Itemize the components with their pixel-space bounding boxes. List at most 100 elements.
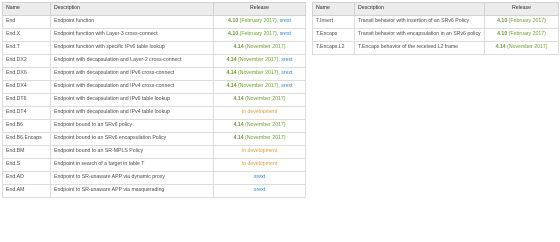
release-cell: In development	[213, 145, 306, 159]
table-row: End Endpoint function 4.10 (February 2017)…	[2, 15, 306, 29]
srext-link[interactable]: srext	[280, 18, 291, 24]
description-cell: Endpoint with decapsulation and IPv6 cro…	[50, 67, 214, 81]
table-body: End Endpoint function 4.10 (February 2017)…	[2, 15, 306, 198]
table-row: End.AM Endpoint to SR-unaware APP via mas…	[2, 184, 306, 198]
table-row: End.X Endpoint function with Layer-3 cros…	[2, 28, 306, 42]
table-row: End.T Endpoint function with specific IPv…	[2, 41, 306, 55]
table-row: End.AD Endpoint to SR-unaware APP via dyn…	[2, 171, 306, 185]
release-cell: 4.10 (February 2017)	[484, 28, 559, 42]
name-cell: End.DT4	[2, 106, 51, 120]
version-number: 4.14	[226, 70, 237, 77]
name-cell: End.B6	[2, 119, 51, 133]
version-number: 4.14	[495, 44, 506, 51]
release-date: (November 2017)	[245, 122, 286, 129]
table-header-row: Name Description Release	[2, 2, 306, 16]
release-date: (February 2017)	[508, 31, 546, 38]
release-separator: ,	[278, 57, 280, 64]
release-version: 4.10 (February 2017)	[228, 18, 277, 24]
name-cell: End.DX4	[2, 80, 51, 94]
release-version: 4.14 (November 2017)	[234, 135, 286, 141]
release-cell: 4.10 (February 2017)	[484, 15, 559, 29]
release-version: 4.14 (November 2017)	[226, 83, 278, 89]
srext-link[interactable]: srext	[254, 187, 265, 193]
table-row: End.DX4 Endpoint with decapsulation and I…	[2, 80, 306, 94]
release-date: (November 2017)	[238, 70, 279, 77]
column-header-release: Release	[213, 2, 306, 16]
name-cell: End.T	[2, 41, 51, 55]
description-cell: Endpoint bound to an SRv6 policy	[50, 119, 214, 133]
table-row: End.BM Endpoint bound to an SR-MPLS Polic…	[2, 145, 306, 159]
version-number: 4.10	[228, 18, 239, 25]
table-row: T.Encaps Transit behavior with encapsulat…	[312, 28, 559, 42]
version-number: 4.14	[233, 122, 244, 129]
release-cell: srext	[213, 171, 306, 185]
release-cell: 4.14 (November 2017), srext	[213, 80, 306, 94]
release-version: 4.14 (November 2017)	[226, 70, 278, 76]
release-version: 4.10 (February 2017)	[497, 18, 546, 24]
version-number: 4.14	[233, 44, 244, 51]
release-cell: 4.10 (February 2017), srext	[213, 15, 306, 29]
description-cell: Endpoint with decapsulation and IPv4 tab…	[50, 106, 214, 120]
release-date: (November 2017)	[245, 44, 286, 51]
name-cell: T.Encaps.L2	[312, 41, 355, 55]
table-header-row: Name Description Release	[312, 2, 559, 16]
release-separator: ,	[278, 83, 280, 90]
release-date: (February 2017)	[239, 18, 277, 25]
description-cell: Endpoint bound to an SRv6 encapsulation …	[50, 132, 214, 146]
name-cell: End.DT6	[2, 93, 51, 107]
name-cell: End.B6.Encaps	[2, 132, 51, 146]
release-version: 4.14 (November 2017)	[496, 44, 548, 50]
description-cell: Endpoint with decapsulation and Layer-2 …	[50, 54, 214, 68]
release-cell: 4.14 (November 2017)	[213, 119, 306, 133]
table-row: End.DT6 Endpoint with decapsulation and I…	[2, 93, 306, 107]
release-date: (November 2017)	[245, 135, 286, 142]
release-version: 4.14 (November 2017)	[234, 122, 286, 128]
table-row: T.Insert Transit behavior with insertion …	[312, 15, 559, 29]
table-row: End.DT4 Endpoint with decapsulation and I…	[2, 106, 306, 120]
release-separator: ,	[276, 18, 279, 25]
version-number: 4.10	[497, 31, 508, 38]
in-development-label: In development	[241, 161, 278, 168]
table-row: End.S Endpoint in search of a target in t…	[2, 158, 306, 172]
name-cell: End.X	[2, 28, 51, 42]
description-cell: T.Encaps behavior of the received L2 fra…	[354, 41, 485, 55]
release-date: (February 2017)	[239, 31, 277, 38]
version-number: 4.14	[226, 57, 237, 64]
release-cell: 4.14 (November 2017)	[484, 41, 559, 55]
name-cell: End.DX6	[2, 67, 51, 81]
table-row: End.DX2 Endpoint with decapsulation and L…	[2, 54, 306, 68]
in-development-label: In development	[241, 148, 278, 155]
release-cell: 4.14 (November 2017)	[213, 41, 306, 55]
release-version: 4.10 (February 2017)	[228, 31, 277, 37]
srext-link[interactable]: srext	[281, 83, 292, 89]
release-separator: ,	[276, 31, 279, 38]
name-cell: T.Encaps	[312, 28, 355, 42]
description-cell: Endpoint function	[50, 15, 214, 29]
release-date: (November 2017)	[507, 44, 548, 51]
name-cell: End.DX2	[2, 54, 51, 68]
column-header-description: Description	[50, 2, 214, 16]
srext-link[interactable]: srext	[281, 57, 292, 63]
table-row: T.Encaps.L2 T.Encaps behavior of the rece…	[312, 41, 559, 55]
column-header-release: Release	[484, 2, 559, 16]
release-version: 4.14 (November 2017)	[234, 44, 286, 50]
in-development-label: In development	[241, 109, 278, 116]
name-cell: End.AM	[2, 184, 51, 198]
release-separator: ,	[278, 70, 280, 77]
version-number: 4.14	[233, 96, 244, 103]
srext-link[interactable]: srext	[281, 70, 292, 76]
description-cell: Transit behavior with insertion of an SR…	[354, 15, 485, 29]
column-header-name: Name	[2, 2, 51, 16]
release-cell: srext	[213, 184, 306, 198]
table-row: End.B6 Endpoint bound to an SRv6 policy 4.…	[2, 119, 306, 133]
release-version: 4.14 (November 2017)	[226, 57, 278, 63]
description-cell: Endpoint function with Layer-3 cross-con…	[50, 28, 214, 42]
description-cell: Endpoint bound to an SR-MPLS Policy	[50, 145, 214, 159]
srext-link[interactable]: srext	[254, 174, 265, 180]
description-cell: Transit behavior with encapsulation in a…	[354, 28, 485, 42]
release-version: 4.10 (February 2017)	[497, 31, 546, 37]
description-cell: Endpoint to SR-unaware APP via masquerad…	[50, 184, 214, 198]
srext-link[interactable]: srext	[280, 31, 291, 37]
release-cell: 4.10 (February 2017), srext	[213, 28, 306, 42]
name-cell: End	[2, 15, 51, 29]
